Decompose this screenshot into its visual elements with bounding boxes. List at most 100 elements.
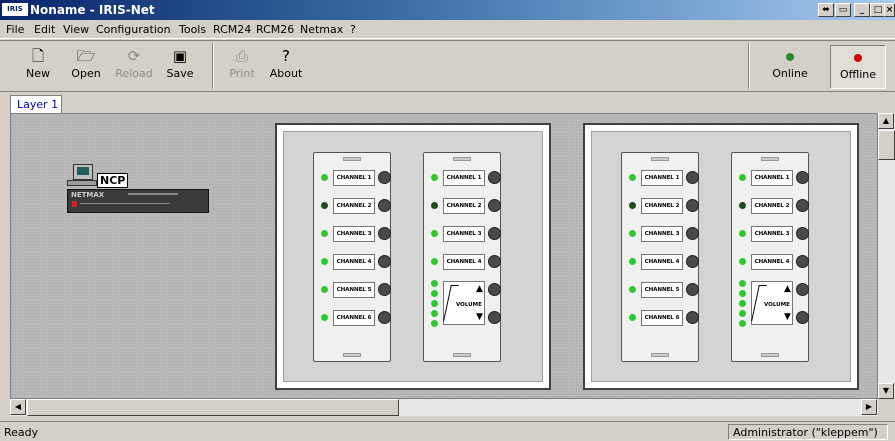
channel-label: CHANNEL 4 — [751, 254, 793, 270]
led-icon — [321, 174, 328, 181]
restore-layout-button[interactable]: ⬌ — [818, 3, 834, 17]
channel-row[interactable]: CHANNEL 4 — [622, 253, 700, 271]
horizontal-scrollbar[interactable]: ◀ ▶ — [10, 399, 878, 416]
minimize-button[interactable]: _ — [854, 3, 870, 17]
online-button[interactable]: Online — [766, 45, 814, 89]
channel-row[interactable]: CHANNEL 5 — [622, 281, 700, 299]
button-knob-icon[interactable] — [378, 255, 391, 268]
scroll-left-arrow-icon[interactable]: ◀ — [10, 399, 26, 415]
new-button[interactable]: 🗋 New — [18, 45, 58, 89]
volume-down-button[interactable] — [796, 311, 809, 324]
led-icon — [321, 230, 328, 237]
button-knob-icon[interactable] — [686, 199, 699, 212]
channel-row[interactable]: CHANNEL 3 — [424, 225, 502, 243]
led-icon — [321, 286, 328, 293]
level-led-icon — [739, 310, 746, 317]
volume-up-arrow-icon: ▲ — [784, 284, 791, 294]
computer-icon — [73, 164, 93, 180]
button-knob-icon[interactable] — [686, 311, 699, 324]
menu-view[interactable]: View — [63, 23, 89, 36]
button-knob-icon[interactable] — [796, 255, 809, 268]
channel-row[interactable]: CHANNEL 1 — [732, 169, 810, 187]
scroll-up-arrow-icon[interactable]: ▲ — [878, 113, 894, 129]
channel-row[interactable]: CHANNEL 3 — [622, 225, 700, 243]
channel-label: CHANNEL 2 — [641, 198, 683, 214]
menu-edit[interactable]: Edit — [34, 23, 55, 36]
button-knob-icon[interactable] — [686, 171, 699, 184]
channel-row[interactable]: CHANNEL 2 — [622, 197, 700, 215]
menu-help[interactable]: ? — [350, 23, 356, 36]
menu-rcm26[interactable]: RCM26 — [256, 23, 294, 36]
led-icon — [431, 202, 438, 209]
channel-row[interactable]: CHANNEL 6 — [622, 309, 700, 327]
tab-layer-1[interactable]: Layer 1 — [10, 95, 62, 113]
channel-row[interactable]: CHANNEL 2 — [424, 197, 502, 215]
button-knob-icon[interactable] — [378, 171, 391, 184]
channel-row[interactable]: CHANNEL 1 — [424, 169, 502, 187]
toolbar: 🗋 New 🗁 Open ⟳ Reload ▣ Save ⎙ Print ? A… — [0, 40, 895, 92]
button-knob-icon[interactable] — [796, 199, 809, 212]
button-knob-icon[interactable] — [488, 199, 501, 212]
vertical-scrollbar[interactable]: ▲ ▼ — [878, 113, 895, 399]
channel-row[interactable]: CHANNEL 4 — [732, 253, 810, 271]
channel-row[interactable]: CHANNEL 3 — [732, 225, 810, 243]
button-knob-icon[interactable] — [378, 199, 391, 212]
volume-down-arrow-icon: ▼ — [476, 312, 483, 322]
led-icon — [629, 174, 636, 181]
channel-volume-panel[interactable]: CHANNEL 1 CHANNEL 2 CHANNEL 3 CHANNEL 4 … — [423, 152, 501, 362]
volume-up-button[interactable] — [488, 283, 501, 296]
channel-volume-panel[interactable]: CHANNEL 1 CHANNEL 2 CHANNEL 3 CHANNEL 4 … — [731, 152, 809, 362]
channel-row[interactable]: CHANNEL 1 — [314, 169, 392, 187]
channel-row[interactable]: CHANNEL 3 — [314, 225, 392, 243]
channel-row[interactable]: CHANNEL 2 — [732, 197, 810, 215]
menu-tools[interactable]: Tools — [179, 23, 206, 36]
print-button[interactable]: ⎙ Print — [222, 45, 262, 89]
channel-panel[interactable]: CHANNEL 1 CHANNEL 2 CHANNEL 3 CHANNEL 4 … — [313, 152, 391, 362]
about-button[interactable]: ? About — [266, 45, 306, 89]
about-label: About — [269, 67, 303, 80]
volume-down-button[interactable] — [488, 311, 501, 324]
button-knob-icon[interactable] — [796, 227, 809, 240]
vertical-scroll-thumb[interactable] — [878, 130, 895, 160]
wall-panel-frame[interactable]: CHANNEL 1 CHANNEL 2 CHANNEL 3 CHANNEL 4 … — [275, 123, 551, 390]
channel-label: CHANNEL 2 — [333, 198, 375, 214]
button-knob-icon[interactable] — [796, 171, 809, 184]
button-knob-icon[interactable] — [488, 255, 501, 268]
scroll-right-arrow-icon[interactable]: ▶ — [861, 399, 877, 415]
button-knob-icon[interactable] — [488, 227, 501, 240]
volume-up-button[interactable] — [796, 283, 809, 296]
channel-row[interactable]: CHANNEL 6 — [314, 309, 392, 327]
channel-row[interactable]: CHANNEL 4 — [424, 253, 502, 271]
channel-row[interactable]: CHANNEL 2 — [314, 197, 392, 215]
button-knob-icon[interactable] — [378, 283, 391, 296]
menu-rcm24[interactable]: RCM24 — [213, 23, 251, 36]
open-button[interactable]: 🗁 Open — [66, 45, 106, 89]
offline-button[interactable]: Offline — [830, 45, 886, 89]
button-knob-icon[interactable] — [378, 311, 391, 324]
channel-row[interactable]: CHANNEL 1 — [622, 169, 700, 187]
scroll-down-arrow-icon[interactable]: ▼ — [878, 383, 894, 399]
menu-netmax[interactable]: Netmax — [300, 23, 343, 36]
button-knob-icon[interactable] — [488, 171, 501, 184]
menu-configuration[interactable]: Configuration — [96, 23, 171, 36]
menu-file[interactable]: File — [6, 23, 24, 36]
channel-label: CHANNEL 5 — [641, 282, 683, 298]
tile-button[interactable]: ▭ — [835, 3, 851, 17]
wall-panel-frame[interactable]: CHANNEL 1 CHANNEL 2 CHANNEL 3 CHANNEL 4 … — [583, 123, 859, 390]
netmax-device[interactable]: NCP NETMAX — [53, 162, 213, 224]
reload-button[interactable]: ⟳ Reload — [114, 45, 154, 89]
channel-panel[interactable]: CHANNEL 1 CHANNEL 2 CHANNEL 3 CHANNEL 4 … — [621, 152, 699, 362]
button-knob-icon[interactable] — [686, 255, 699, 268]
button-knob-icon[interactable] — [686, 227, 699, 240]
save-button[interactable]: ▣ Save — [160, 45, 200, 89]
horizontal-scroll-thumb[interactable] — [27, 399, 399, 416]
close-button[interactable]: × — [884, 3, 895, 17]
channel-row[interactable]: CHANNEL 4 — [314, 253, 392, 271]
led-icon — [739, 202, 746, 209]
layout-canvas[interactable]: NCP NETMAX CHANNEL 1 CHANNEL 2 CHANNEL 3… — [10, 113, 878, 399]
led-icon — [739, 258, 746, 265]
button-knob-icon[interactable] — [686, 283, 699, 296]
led-icon — [431, 258, 438, 265]
button-knob-icon[interactable] — [378, 227, 391, 240]
channel-row[interactable]: CHANNEL 5 — [314, 281, 392, 299]
